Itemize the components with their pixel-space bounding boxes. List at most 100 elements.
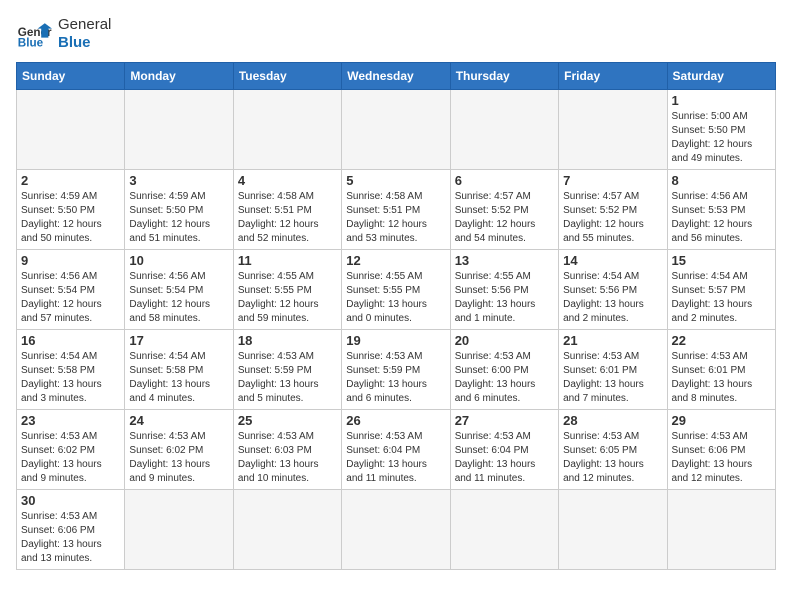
calendar-cell-3-0: 16 Sunrise: 4:54 AM Sunset: 5:58 PM Dayli… xyxy=(17,330,125,410)
week-row-0: 1 Sunrise: 5:00 AM Sunset: 5:50 PM Daylig… xyxy=(17,90,776,170)
day-number: 27 xyxy=(455,413,554,428)
calendar-cell-5-4 xyxy=(450,490,558,570)
day-number: 23 xyxy=(21,413,120,428)
day-number: 14 xyxy=(563,253,662,268)
day-header-sunday: Sunday xyxy=(17,63,125,90)
logo: General Blue General Blue xyxy=(16,16,111,52)
day-number: 26 xyxy=(346,413,445,428)
calendar-cell-2-5: 14 Sunrise: 4:54 AM Sunset: 5:56 PM Dayli… xyxy=(559,250,667,330)
day-number: 8 xyxy=(672,173,771,188)
calendar-cell-5-0: 30 Sunrise: 4:53 AM Sunset: 6:06 PM Dayli… xyxy=(17,490,125,570)
week-row-2: 9 Sunrise: 4:56 AM Sunset: 5:54 PM Daylig… xyxy=(17,250,776,330)
week-row-3: 16 Sunrise: 4:54 AM Sunset: 5:58 PM Dayli… xyxy=(17,330,776,410)
week-row-1: 2 Sunrise: 4:59 AM Sunset: 5:50 PM Daylig… xyxy=(17,170,776,250)
day-number: 5 xyxy=(346,173,445,188)
day-info: Sunrise: 4:54 AM Sunset: 5:58 PM Dayligh… xyxy=(21,350,120,406)
day-number: 9 xyxy=(21,253,120,268)
calendar-cell-4-0: 23Sunrise: 4:53 AM Sunset: 6:02 PM Dayli… xyxy=(17,410,125,490)
day-header-wednesday: Wednesday xyxy=(342,63,450,90)
day-number: 29 xyxy=(672,413,771,428)
calendar-cell-0-4 xyxy=(450,90,558,170)
calendar-cell-1-0: 2 Sunrise: 4:59 AM Sunset: 5:50 PM Daylig… xyxy=(17,170,125,250)
calendar-cell-2-0: 9 Sunrise: 4:56 AM Sunset: 5:54 PM Daylig… xyxy=(17,250,125,330)
calendar-cell-0-2 xyxy=(233,90,341,170)
day-info: Sunrise: 4:56 AM Sunset: 5:54 PM Dayligh… xyxy=(21,270,120,326)
day-number: 13 xyxy=(455,253,554,268)
calendar-cell-0-3 xyxy=(342,90,450,170)
day-info: Sunrise: 4:53 AM Sunset: 6:01 PM Dayligh… xyxy=(672,350,771,406)
day-number: 2 xyxy=(21,173,120,188)
calendar-cell-4-1: 24 Sunrise: 4:53 AM Sunset: 6:02 PM Dayli… xyxy=(125,410,233,490)
day-number: 30 xyxy=(21,493,120,508)
calendar: SundayMondayTuesdayWednesdayThursdayFrid… xyxy=(16,62,776,570)
day-info: Sunrise: 4:55 AM Sunset: 5:55 PM Dayligh… xyxy=(346,270,445,326)
day-info: Sunrise: 4:59 AM Sunset: 5:50 PM Dayligh… xyxy=(129,190,228,246)
day-info: Sunrise: 4:53 AM Sunset: 6:01 PM Dayligh… xyxy=(563,350,662,406)
calendar-cell-2-3: 12 Sunrise: 4:55 AM Sunset: 5:55 PM Dayli… xyxy=(342,250,450,330)
day-info: Sunrise: 4:53 AM Sunset: 6:04 PM Dayligh… xyxy=(455,430,554,486)
calendar-cell-1-1: 3 Sunrise: 4:59 AM Sunset: 5:50 PM Daylig… xyxy=(125,170,233,250)
day-number: 22 xyxy=(672,333,771,348)
day-header-saturday: Saturday xyxy=(667,63,775,90)
calendar-cell-3-2: 18 Sunrise: 4:53 AM Sunset: 5:59 PM Dayli… xyxy=(233,330,341,410)
calendar-cell-5-3 xyxy=(342,490,450,570)
day-number: 1 xyxy=(672,93,771,108)
day-info: Sunrise: 4:53 AM Sunset: 6:06 PM Dayligh… xyxy=(672,430,771,486)
day-number: 25 xyxy=(238,413,337,428)
day-header-friday: Friday xyxy=(559,63,667,90)
day-info: Sunrise: 5:00 AM Sunset: 5:50 PM Dayligh… xyxy=(672,110,771,166)
calendar-cell-4-3: 26 Sunrise: 4:53 AM Sunset: 6:04 PM Dayli… xyxy=(342,410,450,490)
day-info: Sunrise: 4:53 AM Sunset: 6:02 PM Dayligh… xyxy=(129,430,228,486)
calendar-body: 1 Sunrise: 5:00 AM Sunset: 5:50 PM Daylig… xyxy=(17,90,776,570)
day-number: 3 xyxy=(129,173,228,188)
day-info: Sunrise: 4:55 AM Sunset: 5:55 PM Dayligh… xyxy=(238,270,337,326)
calendar-cell-2-2: 11Sunrise: 4:55 AM Sunset: 5:55 PM Dayli… xyxy=(233,250,341,330)
day-info: Sunrise: 4:57 AM Sunset: 5:52 PM Dayligh… xyxy=(563,190,662,246)
day-info: Sunrise: 4:54 AM Sunset: 5:57 PM Dayligh… xyxy=(672,270,771,326)
day-number: 24 xyxy=(129,413,228,428)
day-number: 10 xyxy=(129,253,228,268)
day-info: Sunrise: 4:57 AM Sunset: 5:52 PM Dayligh… xyxy=(455,190,554,246)
day-number: 20 xyxy=(455,333,554,348)
calendar-cell-4-5: 28Sunrise: 4:53 AM Sunset: 6:05 PM Dayli… xyxy=(559,410,667,490)
header: General Blue General Blue xyxy=(16,16,776,52)
calendar-cell-2-1: 10 Sunrise: 4:56 AM Sunset: 5:54 PM Dayli… xyxy=(125,250,233,330)
day-number: 21 xyxy=(563,333,662,348)
calendar-cell-1-2: 4 Sunrise: 4:58 AM Sunset: 5:51 PM Daylig… xyxy=(233,170,341,250)
day-number: 12 xyxy=(346,253,445,268)
day-info: Sunrise: 4:54 AM Sunset: 5:56 PM Dayligh… xyxy=(563,270,662,326)
day-info: Sunrise: 4:53 AM Sunset: 6:05 PM Dayligh… xyxy=(563,430,662,486)
day-info: Sunrise: 4:56 AM Sunset: 5:54 PM Dayligh… xyxy=(129,270,228,326)
logo-general: General xyxy=(58,16,111,34)
day-info: Sunrise: 4:54 AM Sunset: 5:58 PM Dayligh… xyxy=(129,350,228,406)
day-number: 18 xyxy=(238,333,337,348)
calendar-cell-0-5 xyxy=(559,90,667,170)
calendar-cell-2-4: 13 Sunrise: 4:55 AM Sunset: 5:56 PM Dayli… xyxy=(450,250,558,330)
calendar-cell-3-3: 19Sunrise: 4:53 AM Sunset: 5:59 PM Dayli… xyxy=(342,330,450,410)
calendar-cell-1-6: 8Sunrise: 4:56 AM Sunset: 5:53 PM Daylig… xyxy=(667,170,775,250)
week-row-5: 30 Sunrise: 4:53 AM Sunset: 6:06 PM Dayli… xyxy=(17,490,776,570)
day-number: 4 xyxy=(238,173,337,188)
day-info: Sunrise: 4:55 AM Sunset: 5:56 PM Dayligh… xyxy=(455,270,554,326)
calendar-header-row: SundayMondayTuesdayWednesdayThursdayFrid… xyxy=(17,63,776,90)
day-number: 7 xyxy=(563,173,662,188)
svg-text:Blue: Blue xyxy=(18,37,44,50)
day-info: Sunrise: 4:53 AM Sunset: 5:59 PM Dayligh… xyxy=(238,350,337,406)
calendar-cell-1-5: 7 Sunrise: 4:57 AM Sunset: 5:52 PM Daylig… xyxy=(559,170,667,250)
calendar-cell-5-5 xyxy=(559,490,667,570)
day-info: Sunrise: 4:53 AM Sunset: 6:00 PM Dayligh… xyxy=(455,350,554,406)
day-number: 16 xyxy=(21,333,120,348)
logo-icon: General Blue xyxy=(16,16,52,52)
day-info: Sunrise: 4:53 AM Sunset: 6:03 PM Dayligh… xyxy=(238,430,337,486)
day-number: 6 xyxy=(455,173,554,188)
day-info: Sunrise: 4:53 AM Sunset: 6:06 PM Dayligh… xyxy=(21,510,120,566)
day-info: Sunrise: 4:58 AM Sunset: 5:51 PM Dayligh… xyxy=(238,190,337,246)
day-info: Sunrise: 4:53 AM Sunset: 5:59 PM Dayligh… xyxy=(346,350,445,406)
day-info: Sunrise: 4:53 AM Sunset: 6:04 PM Dayligh… xyxy=(346,430,445,486)
calendar-cell-5-2 xyxy=(233,490,341,570)
day-header-tuesday: Tuesday xyxy=(233,63,341,90)
day-info: Sunrise: 4:59 AM Sunset: 5:50 PM Dayligh… xyxy=(21,190,120,246)
calendar-cell-0-0 xyxy=(17,90,125,170)
logo-blue: Blue xyxy=(58,34,111,52)
calendar-cell-2-6: 15Sunrise: 4:54 AM Sunset: 5:57 PM Dayli… xyxy=(667,250,775,330)
